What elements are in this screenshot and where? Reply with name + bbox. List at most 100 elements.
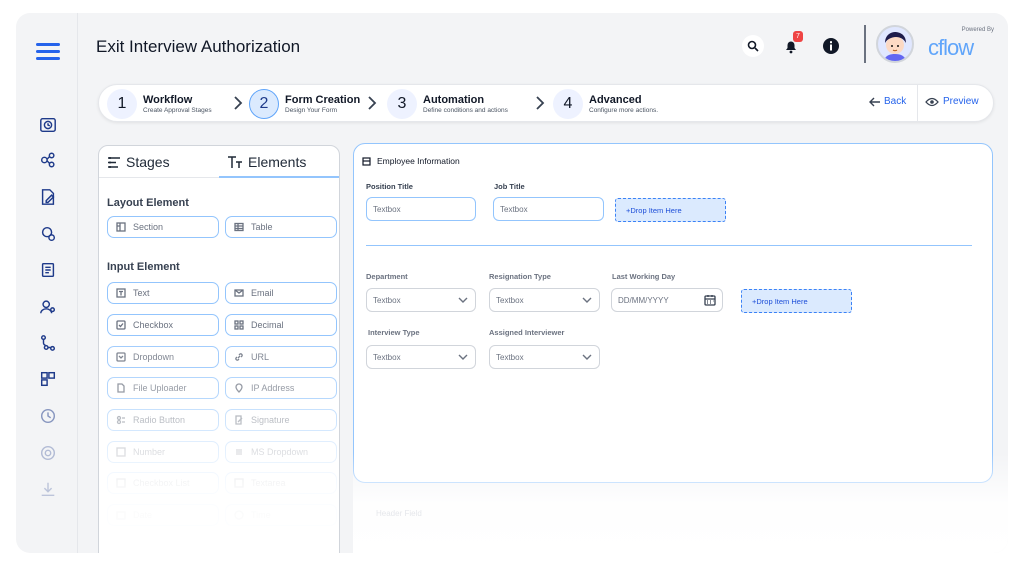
step-automation[interactable]: 3 Automation Define conditions and actio… (387, 89, 508, 119)
section-header[interactable]: Employee Information (362, 156, 460, 166)
element-label: Radio Button (133, 415, 186, 425)
element-label: Text (133, 288, 150, 298)
element-ip-address[interactable]: IP Address (225, 377, 337, 399)
element-textarea[interactable]: Textarea (225, 472, 337, 494)
back-button[interactable]: Back (869, 96, 906, 107)
gear-icon[interactable] (38, 443, 58, 463)
element-radio-button[interactable]: Radio Button (107, 409, 219, 431)
chevron-down-icon (458, 353, 468, 361)
dashboard-icon[interactable] (38, 115, 58, 135)
element-label: URL (251, 352, 270, 362)
form-canvas: Employee Information Position Title Text… (353, 143, 993, 483)
element-label: File Uploader (133, 383, 187, 393)
element-email[interactable]: Email (225, 282, 337, 304)
field-value: Textbox (496, 295, 524, 305)
step-number: 2 (249, 89, 279, 119)
field-value: Textbox (373, 295, 401, 305)
app-window: Exit Interview Authorization 7 Powered B… (16, 13, 1008, 553)
element-checkbox-list[interactable]: Checkbox List (107, 472, 219, 494)
field-label: Job Title (494, 182, 525, 191)
drop-zone[interactable]: +Drop Item Here (615, 198, 726, 222)
step-title: Automation (423, 93, 485, 106)
notification-badge: 7 (793, 31, 803, 42)
arrow-left-icon (869, 97, 880, 106)
info-button[interactable] (820, 35, 842, 57)
checkbox-list-icon (116, 478, 126, 488)
calendar-icon[interactable] (704, 294, 716, 306)
users-icon[interactable] (38, 297, 58, 317)
step-workflow[interactable]: 1 Workflow Create Approval Stages (107, 89, 212, 119)
location-pin-icon (235, 383, 243, 393)
radio-icon (116, 415, 125, 425)
element-section[interactable]: Section (107, 216, 219, 238)
notifications-button[interactable]: 7 (780, 31, 803, 57)
signature-icon (235, 415, 243, 425)
element-label: IP Address (251, 383, 295, 393)
element-label: Decimal (251, 320, 284, 330)
element-signature[interactable]: Signature (225, 409, 337, 431)
integration-icon[interactable] (38, 333, 58, 353)
interview-type-dropdown[interactable]: Textbox (366, 345, 476, 369)
field-label: Interview Type (368, 328, 420, 337)
element-time[interactable]: Time (225, 504, 337, 526)
step-subtitle: Design Your Form (285, 106, 338, 114)
back-label: Back (884, 96, 907, 107)
resignation-type-dropdown[interactable]: Textbox (489, 288, 600, 312)
active-tab-indicator (219, 176, 339, 178)
preview-label: Preview (943, 96, 979, 107)
tab-elements[interactable]: Elements (227, 154, 306, 170)
department-dropdown[interactable]: Textbox (366, 288, 476, 312)
panel-tabs: Stages Elements (99, 146, 339, 178)
clock-icon (234, 510, 244, 520)
reports-icon[interactable] (38, 260, 58, 280)
element-decimal[interactable]: Decimal (225, 314, 337, 336)
avatar[interactable] (876, 25, 914, 63)
download-icon[interactable] (38, 479, 58, 499)
edit-form-icon[interactable] (38, 187, 58, 207)
last-working-day-field[interactable]: DD/MM/YYYY (611, 288, 723, 312)
step-subtitle: Create Approval Stages (143, 106, 212, 114)
drop-zone[interactable]: +Drop Item Here (741, 289, 852, 313)
element-table[interactable]: Table (225, 216, 337, 238)
position-title-field[interactable]: Textbox (366, 197, 476, 221)
field-value: Textbox (496, 352, 524, 362)
email-icon (234, 289, 244, 297)
element-number[interactable]: Number (107, 441, 219, 463)
field-label: Assigned Interviewer (489, 328, 565, 337)
element-date[interactable]: Date (107, 504, 219, 526)
step-number: 4 (553, 89, 583, 119)
stages-icon (108, 156, 120, 168)
top-header: Exit Interview Authorization 7 Powered B… (78, 13, 1008, 79)
layout-heading: Layout Element (107, 197, 189, 209)
element-checkbox[interactable]: Checkbox (107, 314, 219, 336)
element-label: Number (133, 447, 166, 457)
workflow-icon[interactable] (38, 150, 58, 170)
brand-name: cflow (928, 35, 974, 60)
element-label: Time (251, 510, 271, 520)
search-button[interactable] (742, 35, 764, 57)
elements-icon (228, 156, 242, 168)
file-icon (117, 383, 125, 393)
assigned-interviewer-dropdown[interactable]: Textbox (489, 345, 600, 369)
step-advanced[interactable]: 4 Advanced Configure more actions. (553, 89, 658, 119)
tab-stages[interactable]: Stages (107, 154, 170, 170)
preview-button[interactable]: Preview (925, 96, 979, 107)
section-icon (362, 156, 371, 166)
menu-icon[interactable] (36, 43, 60, 61)
field-value: DD/MM/YYYY (618, 295, 669, 305)
element-label: MS Dropdown (251, 447, 309, 457)
element-file-uploader[interactable]: File Uploader (107, 377, 219, 399)
step-form-creation[interactable]: 2 Form Creation Design Your Form (249, 89, 360, 119)
chevron-right-icon (367, 96, 377, 110)
decimal-icon (234, 320, 244, 330)
element-url[interactable]: URL (225, 346, 337, 368)
history-icon[interactable] (38, 406, 58, 426)
job-title-field[interactable]: Textbox (493, 197, 604, 221)
apps-icon[interactable] (38, 369, 58, 389)
element-dropdown[interactable]: Dropdown (107, 346, 219, 368)
element-text[interactable]: Text (107, 282, 219, 304)
element-ms-dropdown[interactable]: MS Dropdown (225, 441, 337, 463)
settings-user-icon[interactable] (38, 224, 58, 244)
element-label: Textarea (251, 478, 286, 488)
text-icon (116, 288, 126, 298)
